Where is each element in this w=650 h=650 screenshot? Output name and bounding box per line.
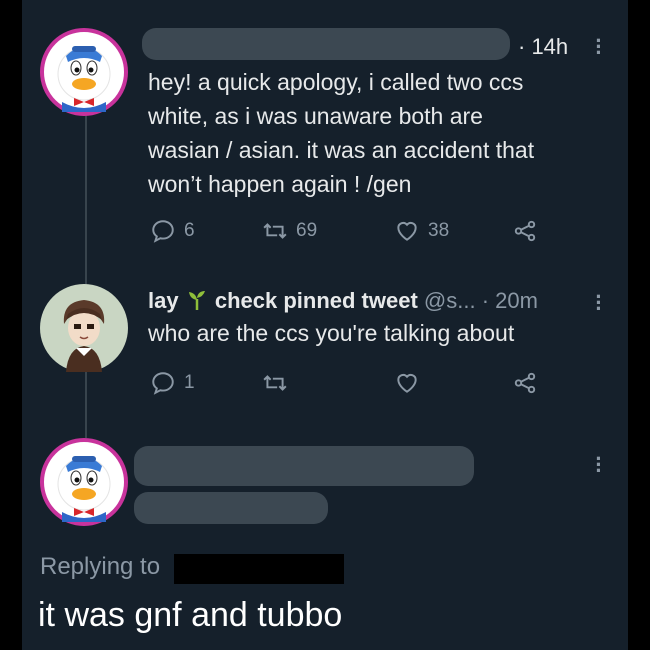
tweet-text-line: won’t happen again ! /gen: [148, 171, 412, 197]
avatar[interactable]: [40, 438, 128, 526]
reply-count: 1: [184, 372, 195, 393]
reply-bubble-icon: [152, 372, 174, 395]
share-button[interactable]: [512, 218, 546, 244]
like-button[interactable]: 38: [394, 218, 449, 244]
display-name-suffix[interactable]: check pinned tweet: [215, 288, 418, 313]
tweet-text-line: hey! a quick apology, i called two ccs: [148, 69, 524, 95]
avatar[interactable]: [40, 284, 128, 372]
tweet-text-line: wasian / asian. it was an accident that: [148, 137, 535, 163]
duck-avatar-icon: [57, 46, 111, 112]
like-button[interactable]: [394, 370, 428, 396]
thread-line-1: [85, 112, 87, 290]
retweet-icon: [263, 223, 287, 239]
share-button[interactable]: [512, 370, 546, 396]
retweet-button[interactable]: [262, 370, 296, 396]
character-avatar-icon: [63, 300, 105, 372]
thread-line-2: [85, 370, 87, 438]
display-name[interactable]: lay: [148, 288, 179, 313]
reply-bubble-icon: [152, 220, 174, 243]
heart-icon: [397, 221, 417, 241]
tweet-thread: · 14h · · · hey! a quick apology, i called…: [22, 0, 628, 650]
tweet-text: who are the ccs you're talking about: [148, 320, 515, 346]
tweet-header: lay check pinned tweet @s... · 20m: [148, 288, 538, 314]
reply-button[interactable]: 6: [150, 218, 195, 244]
share-icon: [514, 220, 536, 242]
replying-to-label: Replying to: [40, 553, 161, 580]
more-vertical-icon[interactable]: · · ·: [594, 286, 604, 320]
retweet-button[interactable]: 69: [262, 218, 317, 244]
reply-text[interactable]: it was gnf and tubbo: [38, 596, 342, 635]
sprout-emoji: [188, 291, 205, 310]
redacted-reply-target: [174, 554, 344, 584]
redacted-name: [134, 446, 474, 486]
share-icon: [514, 372, 536, 394]
duck-avatar-icon: [57, 456, 111, 522]
redacted-handle: [134, 492, 328, 524]
more-vertical-icon[interactable]: · · ·: [594, 448, 604, 482]
reply-button[interactable]: 1: [150, 370, 195, 396]
retweet-count: 69: [296, 220, 318, 241]
like-count: 38: [428, 220, 450, 241]
user-handle[interactable]: @s...: [424, 288, 476, 313]
retweet-icon: [263, 375, 287, 391]
redacted-name: [142, 28, 510, 60]
tweet-text-line: white, as i was unaware both are: [148, 103, 483, 129]
reply-count: 6: [184, 220, 195, 241]
avatar[interactable]: [40, 28, 128, 116]
tweet-time[interactable]: · 14h: [518, 34, 568, 60]
tweet-time[interactable]: · 20m: [482, 288, 538, 313]
more-vertical-icon[interactable]: · · ·: [594, 30, 604, 64]
heart-icon: [397, 373, 417, 393]
